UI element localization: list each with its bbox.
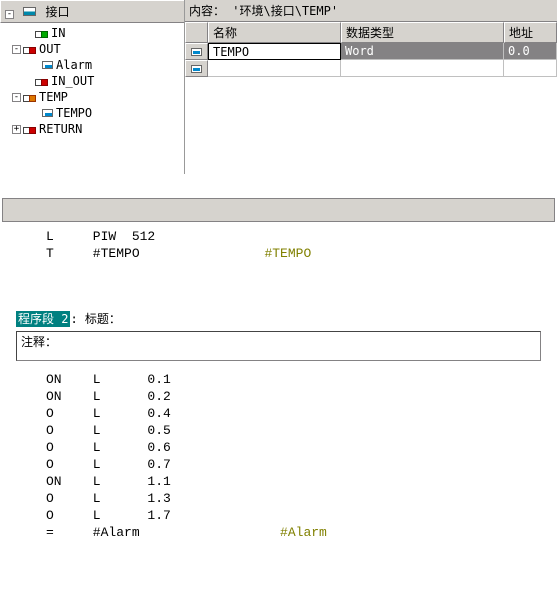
grid-header: 名称 数据类型 地址 — [185, 22, 557, 43]
tree-body: IN -OUT Alarm IN_OUT -TEMP TEMPO +RETURN — [0, 23, 184, 139]
tree-node-temp[interactable]: -TEMP — [2, 89, 184, 105]
cell-name[interactable] — [208, 60, 341, 77]
tree-header: - 接口 — [0, 0, 184, 23]
return-icon — [23, 125, 36, 134]
row-icon — [185, 60, 208, 77]
segment-title-text[interactable]: : 标题： — [70, 312, 120, 326]
col-name-header[interactable]: 名称 — [208, 22, 341, 43]
out-icon — [23, 45, 36, 54]
inout-icon — [35, 77, 48, 86]
tree-node-out[interactable]: -OUT — [2, 41, 184, 57]
cell-addr[interactable]: 0.0 — [504, 43, 557, 60]
tree-node-tempo[interactable]: TEMPO — [2, 105, 184, 121]
tree-panel: - 接口 IN -OUT Alarm IN_OUT -TEMP TEMPO — [0, 0, 185, 174]
segments: L PIW 512 T #TEMPO #TEMPO 程序段 2: 标题： 注释：… — [0, 174, 557, 541]
segment2-comment[interactable]: 注释： — [16, 331, 541, 361]
cell-addr[interactable] — [504, 60, 557, 77]
var-icon — [42, 109, 53, 117]
tree-root-toggle[interactable]: - — [5, 10, 14, 19]
col-addr-header[interactable]: 地址 — [504, 22, 557, 43]
var-icon — [191, 48, 202, 56]
tree-header-label: 接口 — [45, 5, 69, 19]
temp-icon — [23, 93, 36, 102]
toggle-return[interactable]: + — [12, 125, 21, 134]
comment-label: 注释： — [21, 335, 57, 349]
content-path: 内容： '环境\接口\TEMP' — [185, 0, 557, 22]
cell-type[interactable] — [341, 60, 504, 77]
in-icon — [35, 29, 48, 38]
content-panel: 内容： '环境\接口\TEMP' 名称 数据类型 地址 TEMPO Word 0… — [185, 0, 557, 174]
col-type-header[interactable]: 数据类型 — [341, 22, 504, 43]
cell-name[interactable]: TEMPO — [208, 43, 341, 60]
path-label: 内容： — [189, 4, 225, 18]
var-icon — [191, 65, 202, 73]
tree-node-alarm[interactable]: Alarm — [2, 57, 184, 73]
segment1-comment-bar[interactable] — [2, 198, 555, 222]
var-icon — [42, 61, 53, 69]
tree-node-in[interactable]: IN — [2, 25, 184, 41]
toggle-out[interactable]: - — [12, 45, 21, 54]
toggle-temp[interactable]: - — [12, 93, 21, 102]
tree-node-inout[interactable]: IN_OUT — [2, 73, 184, 89]
segment1-code[interactable]: L PIW 512 T #TEMPO #TEMPO — [2, 228, 555, 262]
col-icon-header[interactable] — [185, 22, 208, 43]
segment-number[interactable]: 程序段 2 — [16, 311, 70, 327]
tree-node-return[interactable]: +RETURN — [2, 121, 184, 137]
segment2-title: 程序段 2: 标题： — [2, 308, 555, 329]
top-panel: - 接口 IN -OUT Alarm IN_OUT -TEMP TEMPO — [0, 0, 557, 174]
cell-type[interactable]: Word — [341, 43, 504, 60]
row-icon — [185, 43, 208, 60]
grid-row[interactable]: TEMPO Word 0.0 — [185, 43, 557, 60]
interface-icon — [23, 7, 36, 16]
grid-row[interactable] — [185, 60, 557, 77]
path-value: '环境\接口\TEMP' — [232, 4, 338, 18]
segment2-code[interactable]: ON L 0.1 ON L 0.2 O L 0.4 O L 0.5 O L 0.… — [2, 371, 555, 541]
